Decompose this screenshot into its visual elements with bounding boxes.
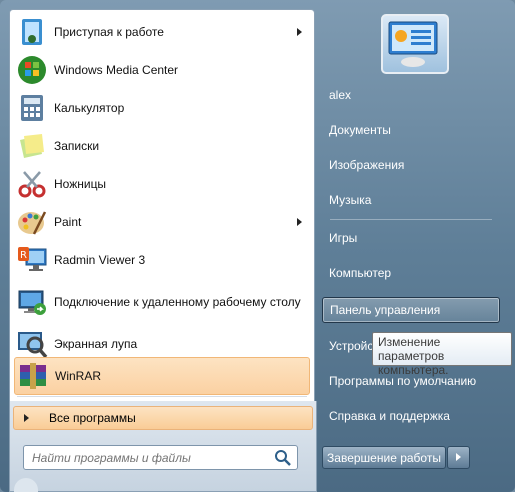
search-input[interactable] (24, 449, 273, 466)
link-label: Панель управления (330, 303, 441, 317)
sticky-notes-icon (16, 130, 48, 162)
search-icon[interactable] (273, 448, 293, 468)
divider (330, 219, 492, 220)
link-label: Игры (329, 231, 358, 245)
link-label: Справка и поддержка (329, 409, 450, 423)
link-label: Изображения (329, 158, 405, 172)
shutdown-options-button[interactable] (447, 446, 470, 469)
program-getting-started[interactable]: Приступая к работе (14, 14, 310, 50)
games-link[interactable]: Игры (322, 225, 500, 251)
svg-text:R: R (20, 250, 27, 261)
program-label: Windows Media Center (54, 62, 179, 77)
getting-started-icon (16, 16, 48, 48)
link-label: Компьютер (329, 266, 392, 280)
shutdown-button[interactable]: Завершение работы (322, 446, 446, 469)
divider (17, 396, 307, 397)
link-label: alex (329, 88, 352, 102)
all-programs-button[interactable]: Все программы (13, 406, 313, 430)
link-label: Музыка (329, 193, 372, 207)
search-box[interactable] (23, 445, 298, 470)
magnifier-icon (16, 328, 48, 360)
programs-panel: Приступая к работе Windows Media Center … (9, 9, 315, 403)
winrar-icon (17, 360, 49, 392)
computer-link[interactable]: Компьютер (322, 260, 500, 286)
program-label: Экранная лупа (54, 336, 138, 351)
paint-icon (16, 206, 48, 238)
pictures-link[interactable]: Изображения (322, 152, 500, 178)
program-winrar[interactable]: WinRAR (14, 357, 310, 395)
program-paint[interactable]: Paint (14, 204, 310, 240)
control-panel-link[interactable]: Панель управления (322, 297, 500, 323)
program-label: Radmin Viewer 3 (54, 252, 146, 267)
media-center-icon (16, 54, 48, 86)
calculator-icon (16, 92, 48, 124)
program-calculator[interactable]: Калькулятор (14, 90, 310, 126)
user-folder-link[interactable]: alex (322, 82, 500, 108)
program-label: Приступая к работе (54, 24, 164, 39)
expand-arrow-icon (24, 414, 29, 422)
program-media-center[interactable]: Windows Media Center (14, 52, 310, 88)
program-scissors[interactable]: Ножницы (14, 166, 310, 202)
program-radmin[interactable]: R Radmin Viewer 3 (14, 242, 310, 278)
shutdown-label: Завершение работы (327, 450, 441, 465)
documents-link[interactable]: Документы (322, 117, 500, 143)
program-sticky-notes[interactable]: Записки (14, 128, 310, 164)
program-remote-desktop[interactable]: Подключение к удаленному рабочему столу (14, 280, 310, 324)
remote-desktop-icon (16, 286, 48, 318)
music-link[interactable]: Музыка (322, 187, 500, 213)
submenu-arrow-icon[interactable] (297, 218, 302, 226)
link-label: Документы (329, 123, 391, 137)
help-support-link[interactable]: Справка и поддержка (322, 403, 500, 429)
all-programs-label: Все программы (49, 411, 136, 425)
program-label: Paint (54, 214, 82, 229)
program-label: Калькулятор (54, 100, 125, 115)
program-label: WinRAR (55, 368, 102, 383)
program-label: Подключение к удаленному рабочему столу (54, 294, 301, 309)
program-label: Ножницы (54, 176, 107, 191)
submenu-arrow-icon[interactable] (297, 28, 302, 36)
program-label: Записки (54, 138, 100, 153)
radmin-icon: R (16, 244, 48, 276)
user-picture[interactable] (381, 14, 449, 74)
scissors-icon (16, 168, 48, 200)
control-panel-tooltip: Изменение параметров компьютера. (372, 332, 512, 377)
